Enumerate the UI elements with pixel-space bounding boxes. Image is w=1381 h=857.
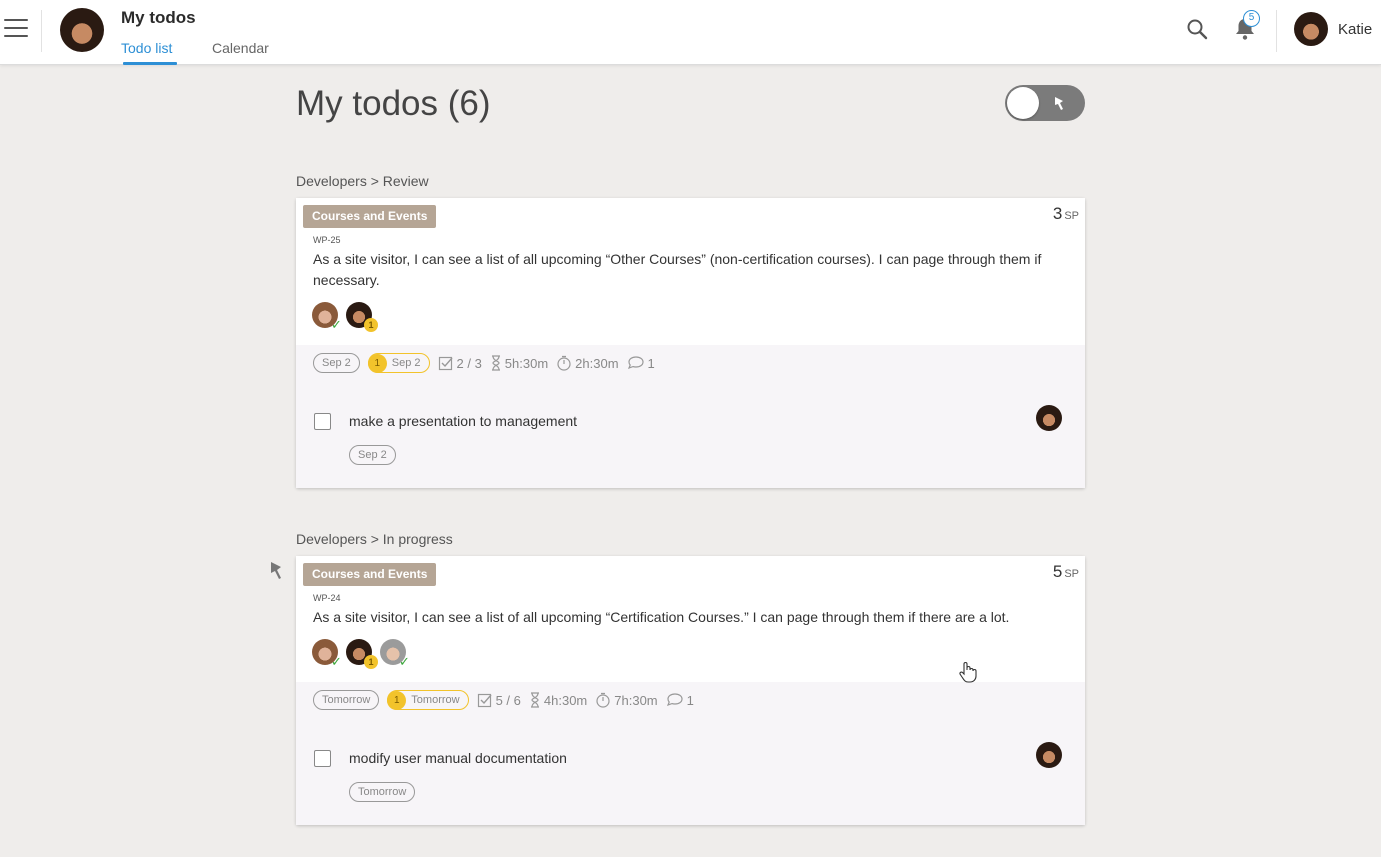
hamburger-menu-icon[interactable] — [4, 19, 28, 39]
user-avatar[interactable] — [1294, 12, 1328, 46]
category-tag: Courses and Events — [303, 205, 437, 228]
logged-text: 2h:30m — [575, 355, 619, 371]
tab-todo-list[interactable]: Todo list — [121, 40, 172, 56]
todo-due-pill[interactable]: Sep 2 — [349, 445, 396, 465]
checklist-text: 2 / 3 — [456, 355, 482, 371]
done-check-icon: ✓ — [331, 317, 342, 332]
group-title: Developers > Review — [296, 173, 429, 189]
stopwatch-icon — [596, 692, 610, 708]
my-todo-count: 1 — [367, 353, 387, 373]
category-tag: Courses and Events — [303, 563, 437, 586]
toggle-knob — [1007, 87, 1039, 119]
done-check-icon: ✓ — [399, 654, 410, 669]
my-due-date-pill[interactable]: 1 Tomorrow — [387, 690, 469, 710]
todo-count-badge: 1 — [364, 318, 378, 332]
hand-cursor-icon — [958, 661, 978, 688]
story-points: 3 SP — [1053, 204, 1079, 224]
search-icon[interactable] — [1186, 18, 1208, 45]
todo-text[interactable]: make a presentation to management — [349, 413, 577, 429]
work-package-id: WP-24 — [313, 593, 341, 603]
story-points-unit: SP — [1064, 568, 1079, 580]
comments-text: 1 — [686, 692, 694, 708]
assignee-avatar[interactable]: 1 — [346, 639, 378, 669]
hourglass-icon — [530, 692, 539, 708]
pin-icon[interactable] — [266, 560, 286, 585]
todo-checkbox[interactable] — [314, 413, 331, 430]
comments-count[interactable]: 1 — [627, 355, 655, 371]
time-estimate: 4h:30m — [529, 692, 587, 708]
work-package-card[interactable]: Courses and Events 3 SP WP-25 As a site v… — [296, 198, 1085, 488]
story-text[interactable]: As a site visitor, I can see a list of a… — [313, 249, 1053, 291]
checklist-progress: 5 / 6 — [477, 692, 521, 708]
page-title: My todos (6) — [296, 84, 491, 123]
my-due-date-label: Tomorrow — [411, 694, 460, 706]
time-logged: 2h:30m — [556, 355, 619, 371]
stopwatch-icon — [557, 355, 571, 371]
checklist-icon — [477, 693, 492, 708]
top-bar: My todos Todo list Calendar 5 Katie — [0, 0, 1381, 65]
checklist-progress: 2 / 3 — [438, 355, 482, 371]
assignee-avatar[interactable]: 1 — [346, 302, 378, 332]
my-due-date-pill[interactable]: 1 Sep 2 — [367, 353, 430, 373]
comments-count[interactable]: 1 — [666, 692, 694, 708]
card-meta-row: Tomorrow 1 Tomorrow 5 / 6 4h:30m 7h:30m 1 — [313, 690, 694, 710]
app-title: My todos — [121, 8, 196, 27]
estimate-text: 5h:30m — [504, 355, 549, 371]
due-date-pill[interactable]: Sep 2 — [313, 353, 360, 373]
assignee-avatar[interactable]: ✓ — [312, 302, 342, 332]
story-points-value: 3 — [1052, 204, 1063, 223]
assignee-avatar[interactable]: ✓ — [312, 639, 342, 669]
my-due-date-label: Sep 2 — [391, 357, 421, 369]
story-points-unit: SP — [1064, 210, 1079, 222]
active-tab-indicator — [123, 62, 177, 65]
group-title: Developers > In progress — [296, 531, 453, 547]
done-check-icon: ✓ — [331, 654, 342, 669]
comment-icon — [666, 693, 683, 707]
work-package-id: WP-25 — [313, 235, 341, 245]
work-package-card[interactable]: Courses and Events 5 SP WP-24 As a site v… — [296, 556, 1085, 825]
card-meta-row: Sep 2 1 Sep 2 2 / 3 5h:30m 2h:30m 1 — [313, 353, 655, 373]
pin-filter-toggle[interactable] — [1005, 85, 1085, 121]
story-text[interactable]: As a site visitor, I can see a list of a… — [313, 607, 1053, 628]
divider — [41, 10, 42, 52]
checklist-icon — [438, 356, 453, 371]
todo-count-badge: 1 — [364, 655, 378, 669]
todo-due-pill[interactable]: Tomorrow — [349, 782, 416, 802]
assignee-list: ✓ 1 ✓ — [312, 639, 410, 669]
story-points-value: 5 — [1052, 562, 1063, 581]
story-points: 5 SP — [1053, 562, 1079, 582]
assignee-list: ✓ 1 — [312, 302, 378, 332]
my-todo-count: 1 — [387, 690, 407, 710]
user-name[interactable]: Katie — [1338, 21, 1372, 38]
app-avatar — [60, 8, 104, 52]
notification-badge: 5 — [1243, 10, 1260, 27]
logged-text: 7h:30m — [614, 692, 658, 708]
estimate-text: 4h:30m — [543, 692, 588, 708]
todo-text[interactable]: modify user manual documentation — [349, 750, 567, 766]
comment-icon — [627, 356, 644, 370]
checklist-text: 5 / 6 — [495, 692, 521, 708]
due-date-pill[interactable]: Tomorrow — [313, 690, 380, 710]
hourglass-icon — [491, 355, 500, 371]
todo-assignee-avatar[interactable] — [1036, 405, 1062, 431]
todo-checkbox[interactable] — [314, 750, 331, 767]
time-logged: 7h:30m — [595, 692, 658, 708]
divider — [1276, 10, 1277, 52]
pin-icon — [1055, 97, 1063, 110]
todo-assignee-avatar[interactable] — [1036, 742, 1062, 768]
comments-text: 1 — [647, 355, 655, 371]
assignee-avatar[interactable]: ✓ — [380, 639, 410, 669]
time-estimate: 5h:30m — [490, 355, 548, 371]
tab-calendar[interactable]: Calendar — [212, 40, 269, 56]
